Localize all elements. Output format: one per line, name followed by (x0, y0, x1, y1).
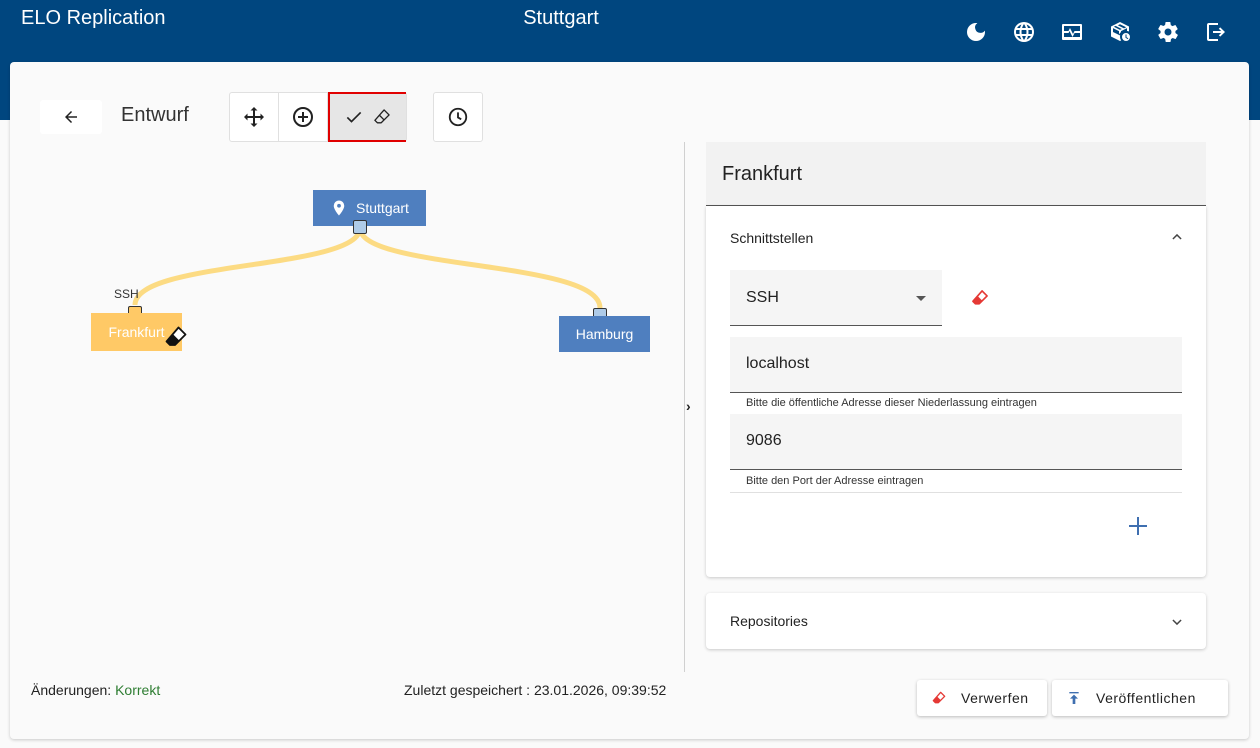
interfaces-section-title[interactable]: Schnittstellen (730, 230, 813, 246)
eraser-cursor-icon (165, 326, 187, 346)
plus-circle-icon (293, 107, 313, 127)
add-node-tool-button[interactable] (279, 93, 328, 141)
node-frankfurt-label: Frankfurt (108, 324, 165, 340)
add-interface-plus-icon[interactable] (1126, 514, 1150, 538)
port-input-value: 9086 (746, 432, 782, 449)
caret-down-icon (916, 296, 926, 301)
history-button[interactable] (433, 92, 483, 142)
edit-tool-group (229, 92, 407, 142)
chevron-down-icon[interactable] (1170, 615, 1184, 629)
publish-button[interactable]: Veröffentlichen (1052, 680, 1228, 716)
mode-label: Entwurf (121, 104, 189, 126)
port-hint: Bitte den Port der Adresse eintragen (746, 475, 924, 487)
moon-icon[interactable] (952, 18, 1000, 46)
last-saved-timestamp: Zuletzt gespeichert : 23.01.2026, 09:39:… (404, 682, 667, 698)
move-arrows-icon (244, 107, 264, 127)
protocol-select-value: SSH (746, 289, 779, 306)
details-panel-title: Frankfurt (722, 163, 803, 185)
panel-divider[interactable] (684, 142, 685, 672)
details-panel-header: Frankfurt (706, 142, 1206, 206)
collapse-panel-chevron-icon[interactable]: › (686, 398, 691, 414)
repositories-section-title: Repositories (730, 613, 808, 629)
repositories-section[interactable]: Repositories (706, 593, 1206, 649)
package-clock-icon[interactable] (1096, 18, 1144, 46)
chevron-up-icon[interactable] (1170, 230, 1184, 244)
address-hint: Bitte die öffentliche Adresse dieser Nie… (746, 397, 1037, 409)
check-erase-tool-button[interactable] (328, 92, 406, 142)
publish-button-label: Veröffentlichen (1096, 690, 1196, 706)
check-icon (346, 111, 362, 123)
protocol-select[interactable]: SSH (730, 270, 942, 326)
changes-status-value: Korrekt (115, 682, 161, 698)
gear-icon[interactable] (1144, 18, 1192, 46)
monitor-heartbeat-icon[interactable] (1048, 18, 1096, 46)
eraser-icon (374, 109, 390, 124)
discard-button[interactable]: Verwerfen (917, 680, 1047, 716)
changes-status: Änderungen: Korrekt (31, 682, 160, 698)
address-input-value: localhost (746, 355, 810, 372)
move-tool-button[interactable] (230, 93, 279, 141)
upload-icon (1069, 692, 1079, 704)
arrow-left-icon (65, 111, 77, 123)
top-icon-bar (952, 18, 1240, 46)
node-stuttgart[interactable]: Stuttgart (313, 190, 426, 226)
interfaces-section: Schnittstellen SSH localhost Bitte die ö… (706, 206, 1206, 577)
port-input[interactable]: 9086 (730, 414, 1182, 470)
node-stuttgart-label: Stuttgart (356, 200, 409, 216)
back-button[interactable] (40, 100, 102, 134)
section-separator (730, 492, 1182, 493)
eraser-icon (932, 691, 946, 704)
edge-label-ssh: SSH (114, 287, 139, 301)
delete-interface-eraser-icon[interactable] (970, 288, 990, 308)
changes-status-label: Änderungen: (31, 682, 112, 698)
globe-icon[interactable] (1000, 18, 1048, 46)
node-hamburg[interactable]: Hamburg (559, 316, 650, 352)
logout-icon[interactable] (1192, 18, 1240, 46)
node-hamburg-label: Hamburg (575, 326, 634, 342)
map-pin-icon (333, 200, 345, 216)
port-stuttgart[interactable] (353, 220, 367, 234)
address-input[interactable]: localhost (730, 337, 1182, 393)
clock-icon (448, 107, 468, 127)
discard-button-label: Verwerfen (961, 690, 1029, 706)
